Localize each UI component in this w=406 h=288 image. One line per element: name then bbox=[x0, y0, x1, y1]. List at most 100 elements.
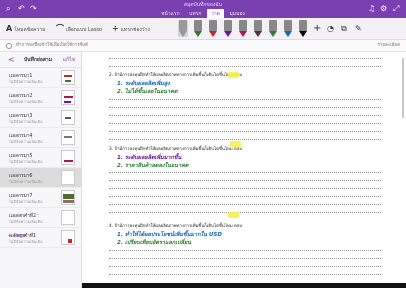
pen-tool[interactable] bbox=[178, 20, 188, 37]
ruled-line bbox=[109, 115, 381, 116]
bottom-edge bbox=[82, 283, 406, 288]
ruled-line bbox=[109, 204, 381, 205]
pen-tool[interactable] bbox=[238, 20, 248, 37]
ruled-line bbox=[109, 172, 381, 173]
page-item[interactable]: เเอลกรมา7 ไม่มีข้อความเพิ่มเติม bbox=[0, 188, 81, 208]
pen-body bbox=[269, 20, 277, 31]
bell-icon[interactable]: ♫ bbox=[368, 3, 375, 15]
page-item[interactable]: เเอลกรมา3 ไม่มีข้อความเพิ่มเติม bbox=[0, 108, 81, 128]
question-2: 2. ถ้ามีการลงทุนฝึกทำให้ผลผลิตภาพทางการเ… bbox=[109, 73, 243, 78]
ink-to-shape-icon[interactable]: ⧉ bbox=[341, 22, 347, 36]
pen-tool[interactable] bbox=[283, 20, 293, 37]
ruled-line bbox=[109, 180, 381, 181]
edit-button[interactable]: แก้ไข bbox=[63, 52, 75, 68]
handwritten-answer: 2. ราคาสินค้าลดลงในอนาคต bbox=[117, 163, 189, 169]
ruled-line bbox=[109, 250, 381, 251]
expand-icon[interactable]: ⤢ bbox=[393, 3, 399, 15]
page-item-selected[interactable]: เเอลกรมา6 ไม่มีข้อความเพิ่มเติม bbox=[0, 168, 81, 188]
ruled-line bbox=[109, 212, 381, 213]
pen-tool[interactable] bbox=[253, 20, 263, 37]
pen-tip bbox=[299, 31, 307, 37]
sidebar-header: < บันทึกย่อสาม แก้ไข bbox=[0, 52, 81, 68]
pen-body bbox=[299, 20, 307, 31]
pen-body bbox=[224, 20, 232, 31]
pen-tip bbox=[194, 31, 202, 37]
page-subtitle: ไม่มีข้อความเพิ่มเติม bbox=[9, 79, 43, 84]
shapes-icon[interactable]: ◔ bbox=[327, 22, 334, 36]
page-subtitle: ไม่มีข้อความเพิ่มเติม bbox=[9, 139, 43, 144]
page-item[interactable]: เเอลสกคำที่2 ไม่มีข้อความเพิ่มเติม bbox=[0, 208, 81, 228]
page-thumbnail bbox=[61, 70, 75, 85]
handwritten-answer: 1. ระดับผลผลิตเพิ่มสูง bbox=[117, 81, 170, 87]
gear-icon[interactable]: ⚙ bbox=[380, 3, 387, 15]
ruled-line bbox=[109, 196, 381, 197]
title-bar: ⌕ ↶ ↷ สมุดบันทึกของฉัน หน้าแรก แทรก วาด … bbox=[0, 0, 406, 19]
lasso-label: เลือกแบบ Lasso bbox=[66, 27, 103, 33]
lasso-icon: ⌒ bbox=[56, 24, 64, 33]
pen-tool[interactable] bbox=[208, 20, 218, 37]
ruled-line bbox=[109, 107, 381, 108]
page-thumbnail bbox=[61, 190, 75, 205]
ruled-line bbox=[109, 58, 381, 59]
pen-tip bbox=[254, 31, 262, 37]
sync-message: ทำการลงชื่อเข้าใช้เพื่อเปิดใช้การซิงค์ bbox=[16, 43, 88, 48]
ruled-line bbox=[109, 274, 381, 275]
page-item[interactable]: เเอลกรมา5 ไม่มีข้อความเพิ่มเติม bbox=[0, 148, 81, 168]
page-item[interactable]: เเอลกรมา1 ไม่มีข้อความเพิ่มเติม bbox=[0, 68, 81, 88]
page-thumbnail bbox=[61, 110, 75, 125]
ruled-line bbox=[109, 139, 381, 140]
pen-body bbox=[254, 20, 262, 31]
lasso-button[interactable]: ⌒ เลือกแบบ Lasso bbox=[56, 23, 102, 36]
notebook-title: สมุดบันทึกของฉัน bbox=[183, 2, 223, 8]
note-canvas[interactable]: 2. ถ้ามีการลงทุนฝึกทำให้ผลผลิตภาพทางการเ… bbox=[83, 52, 406, 288]
add-page-button[interactable]: + Page bbox=[8, 233, 26, 239]
ruled-line bbox=[109, 188, 381, 189]
draw-ribbon: A โหมดข้อความ ⌒ เลือกแบบ Lasso ÷ แทรกช่องว่… bbox=[0, 18, 406, 40]
pen-tip bbox=[224, 31, 232, 37]
ruled-line bbox=[109, 123, 381, 124]
page-subtitle: ไม่มีข้อความเพิ่มเติม bbox=[9, 99, 43, 104]
highlight-mark bbox=[230, 141, 241, 147]
handwritten-answer: 1. ระดับผลผลิตเพิ่มมากขึ้น bbox=[117, 155, 182, 161]
page-thumbnail bbox=[61, 210, 75, 225]
page-subtitle: ไม่มีข้อความเพิ่มเติม bbox=[9, 179, 43, 184]
details-link[interactable]: รายละเอียด bbox=[377, 40, 400, 52]
back-button[interactable]: < bbox=[8, 52, 15, 68]
pen-body bbox=[179, 20, 187, 31]
pen-tip bbox=[269, 31, 277, 37]
page-subtitle: ไม่มีข้อความเพิ่มเติม bbox=[9, 199, 43, 204]
pen-tool[interactable] bbox=[268, 20, 278, 37]
pen-tip bbox=[209, 31, 217, 37]
pen-tip bbox=[179, 31, 187, 37]
page-subtitle: ไม่มีข้อความเพิ่มเติม bbox=[9, 219, 43, 224]
question-4: 4. ถ้ามีการลงทุนฝึกทำให้ผลผลิตภาพทางการเ… bbox=[109, 224, 243, 229]
page-list-sidebar: < บันทึกย่อสาม แก้ไข เเอลกรมา1 ไม่มีข้อค… bbox=[0, 52, 82, 288]
highlight-mark bbox=[228, 72, 239, 78]
text-mode-icon: A bbox=[6, 24, 13, 33]
page-item[interactable]: เเอลกรมา4 ไม่มีข้อความเพิ่มเติม bbox=[0, 128, 81, 148]
insert-space-button[interactable]: ÷ แทรกช่องว่าง bbox=[112, 23, 150, 36]
ruler-icon[interactable]: ✎ bbox=[355, 22, 362, 36]
page-thumbnail bbox=[61, 130, 75, 145]
add-pen-icon[interactable]: + bbox=[313, 22, 321, 36]
highlight-mark bbox=[228, 212, 239, 218]
question-3: 3. ถ้ามีการลงทุนฝึกทำให้ผลผลิตภาพทางการเ… bbox=[109, 147, 243, 152]
onenote-window: ⌕ ↶ ↷ สมุดบันทึกของฉัน หน้าแรก แทรก วาด … bbox=[0, 0, 406, 288]
info-icon bbox=[6, 43, 12, 49]
page-item[interactable]: เเอลกรมา2 ไม่มีข้อความเพิ่มเติม bbox=[0, 88, 81, 108]
pen-body bbox=[209, 20, 217, 31]
page-thumbnail bbox=[61, 230, 75, 245]
handwritten-answer: 2. เปรียบเทียบอัตราแลกเปลี่ยน bbox=[117, 240, 191, 246]
insert-space-icon: ÷ bbox=[112, 24, 119, 33]
text-mode-label: โหมดข้อความ bbox=[14, 27, 46, 33]
ruled-line bbox=[109, 66, 381, 67]
pen-tool[interactable] bbox=[223, 20, 233, 37]
page-subtitle: ไม่มีข้อความเพิ่มเติม bbox=[9, 119, 43, 124]
vertical-scrollbar[interactable] bbox=[402, 58, 404, 118]
section-title: บันทึกย่อสาม bbox=[24, 57, 53, 63]
handwritten-answer: 1. ทำให้ได้ผลประโยชน์เพิ่มขึ้นมากใน USD bbox=[117, 232, 222, 238]
pen-tool[interactable] bbox=[193, 20, 203, 37]
page-subtitle: ไม่มีข้อความเพิ่มเติม bbox=[9, 239, 43, 244]
pen-tool[interactable] bbox=[298, 20, 308, 37]
text-mode-button[interactable]: A โหมดข้อความ bbox=[6, 23, 45, 36]
